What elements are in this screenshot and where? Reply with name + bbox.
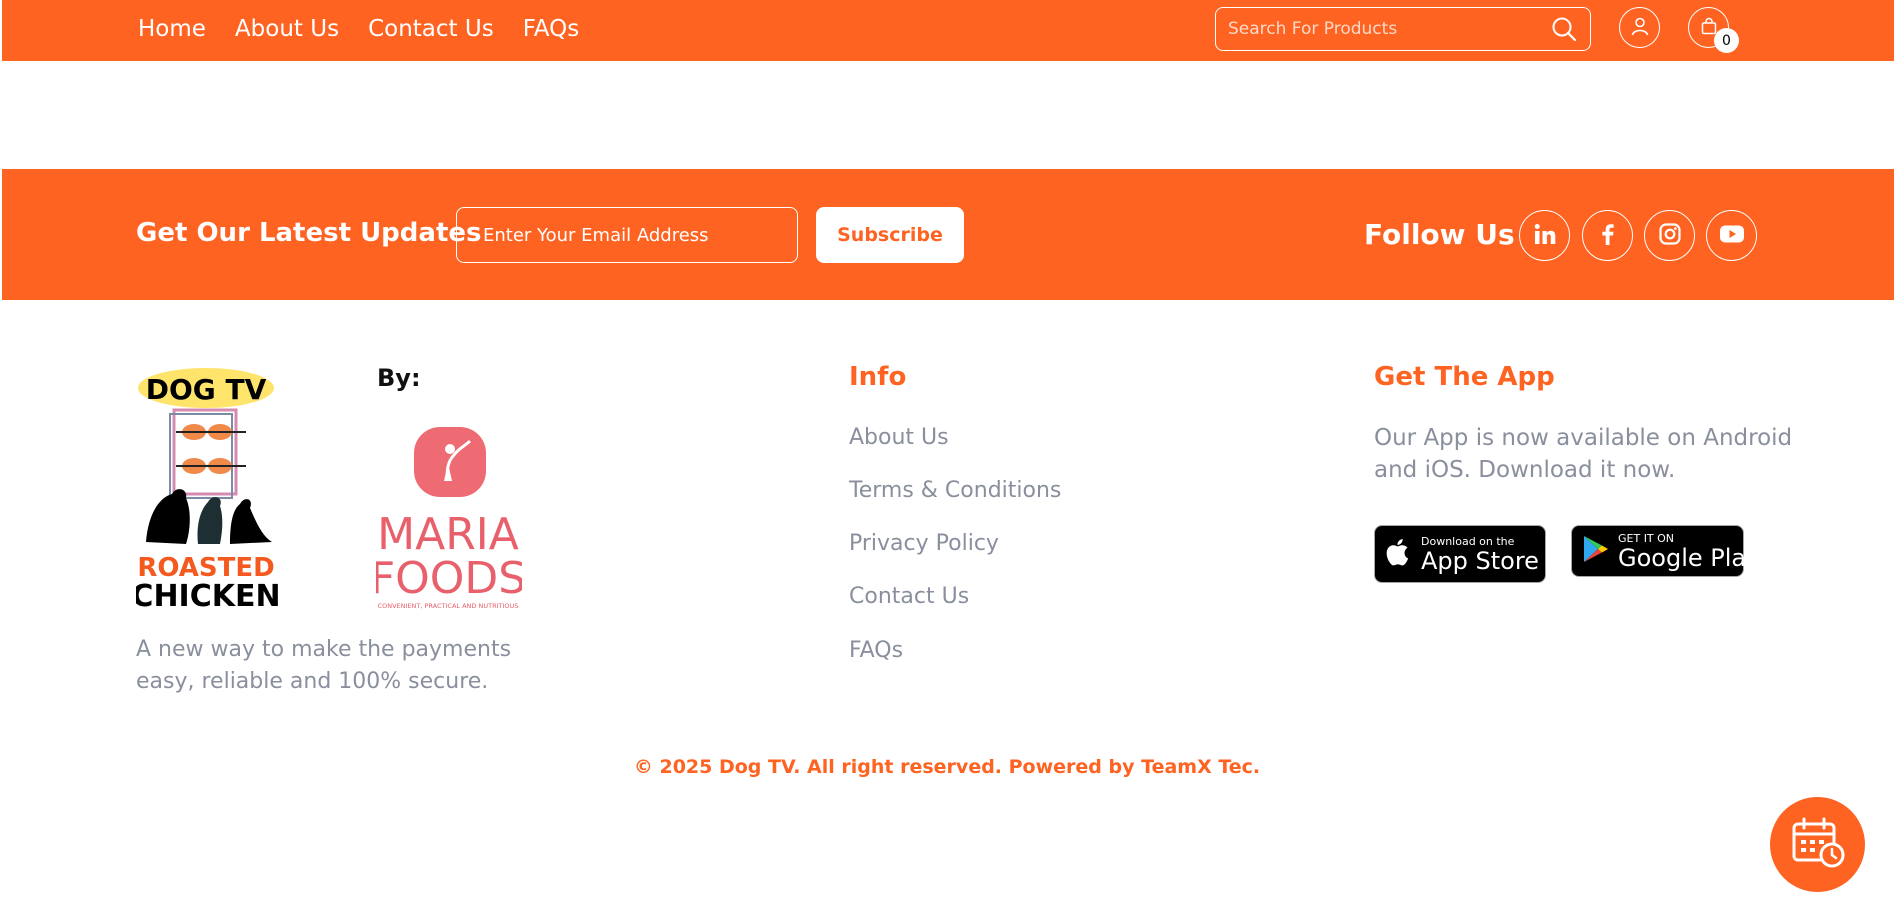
apple-icon: [1385, 536, 1413, 572]
calendar-clock-icon: [1791, 817, 1845, 873]
subscribe-button[interactable]: Subscribe: [816, 207, 964, 263]
email-field[interactable]: [456, 207, 798, 263]
linkedin-icon: [1533, 222, 1557, 250]
search-input[interactable]: [1228, 19, 1550, 39]
follow-us-title: Follow Us: [1364, 218, 1515, 251]
copyright-text: © 2025 Dog TV. All right reserved. Power…: [633, 756, 1261, 778]
facebook-button[interactable]: [1582, 210, 1633, 261]
app-store-text: Download on the App Store: [1421, 535, 1539, 574]
info-link-faqs[interactable]: FAQs: [849, 638, 903, 663]
schedule-fab-button[interactable]: [1770, 797, 1865, 892]
instagram-button[interactable]: [1644, 210, 1695, 261]
logo-text-bottom: CHICKEN: [136, 579, 281, 612]
search-icon[interactable]: [1550, 15, 1578, 43]
maria-foods-logo: MARIA FOODS CONVENIENT, PRACTICAL AND NU…: [370, 425, 526, 613]
app-description: Our App is now available on Android and …: [1374, 425, 1793, 483]
search-box: [1215, 7, 1591, 51]
info-title: Info: [849, 362, 907, 392]
google-play-text: GET IT ON Google Play: [1618, 532, 1760, 571]
info-link-contact-us[interactable]: Contact Us: [849, 584, 969, 609]
logo-text-top: DOG TV: [146, 373, 267, 406]
app-store-big: App Store: [1421, 546, 1539, 575]
info-link-terms[interactable]: Terms & Conditions: [849, 478, 1061, 503]
info-link-privacy[interactable]: Privacy Policy: [849, 531, 999, 556]
newsletter-title: Get Our Latest Updates: [136, 218, 482, 248]
google-play-big: Google Play: [1618, 543, 1761, 572]
google-play-icon: [1582, 534, 1610, 568]
brand-tagline: A new way to make the payments easy, rel…: [136, 637, 512, 694]
nav-link-about-us[interactable]: About Us: [235, 16, 339, 42]
partner-line2: FOODS: [376, 553, 522, 604]
app-store-button[interactable]: Download on the App Store: [1374, 525, 1546, 583]
instagram-icon: [1658, 222, 1682, 250]
google-play-button[interactable]: GET IT ON Google Play: [1571, 525, 1760, 577]
account-button[interactable]: [1619, 7, 1660, 48]
facebook-icon: [1596, 222, 1620, 250]
nav-link-contact-us[interactable]: Contact Us: [368, 16, 494, 42]
dog-tv-logo: DOG TV ROASTED CHICKEN: [131, 366, 286, 614]
google-play-small: GET IT ON: [1618, 531, 1675, 545]
youtube-icon: [1719, 224, 1745, 248]
info-link-about-us[interactable]: About Us: [849, 425, 949, 450]
cart-count-badge: 0: [1714, 28, 1739, 53]
app-store-small: Download on the: [1421, 534, 1515, 548]
nav-link-home[interactable]: Home: [138, 16, 206, 42]
user-icon: [1630, 16, 1650, 40]
nav-link-faqs[interactable]: FAQs: [523, 16, 580, 42]
linkedin-button[interactable]: [1519, 210, 1570, 261]
youtube-button[interactable]: [1706, 210, 1757, 261]
nav-links: Home About Us Contact Us FAQs: [138, 0, 608, 58]
top-navbar: Home About Us Contact Us FAQs: [2, 0, 1894, 61]
partner-tag: CONVENIENT, PRACTICAL AND NUTRITIOUS: [378, 602, 519, 610]
by-label: By:: [377, 364, 421, 392]
get-app-title: Get The App: [1374, 362, 1555, 392]
